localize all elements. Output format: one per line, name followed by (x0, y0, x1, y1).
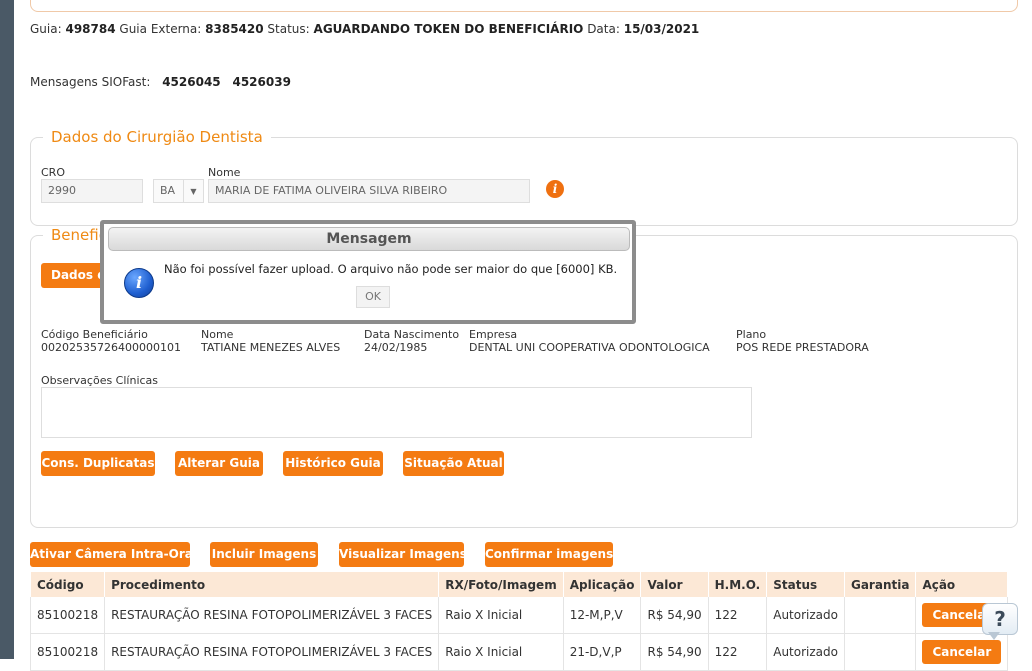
uf-select[interactable]: BA (153, 179, 184, 203)
nascimento-label: Data Nascimento (364, 328, 460, 341)
help-icon[interactable]: ? (982, 603, 1018, 635)
top-panel (30, 0, 1018, 12)
plano-value: POS REDE PRESTADORA (736, 341, 869, 354)
status-cell: Autorizado (766, 597, 845, 634)
cro-field[interactable]: 2990 (41, 179, 143, 203)
column-header[interactable]: Ação (915, 572, 1009, 597)
visualizar-imagens-button[interactable]: Visualizar Imagens (339, 542, 467, 567)
cancelar-button[interactable]: Cancelar (922, 640, 1002, 664)
empresa-value: DENTAL UNI COOPERATIVA ODONTOLOGICA (469, 341, 710, 354)
status-cell: Autorizado (766, 633, 845, 671)
mensagens-label: Mensagens SIOFast: (30, 75, 151, 89)
guia-value: 498784 (65, 22, 116, 36)
message-dialog: Mensagem i Não foi possível fazer upload… (100, 220, 636, 324)
table-header-row: Código Procedimento RX/Foto/Imagem Aplic… (30, 572, 1009, 597)
hmo-cell: 122 (708, 597, 768, 634)
situacao-atual-button[interactable]: Situação Atual (403, 451, 504, 476)
guia-info-line: Guia: 498784 Guia Externa: 8385420 Statu… (30, 22, 699, 36)
status-value: AGUARDANDO TOKEN DO BENEFICIÁRIO (313, 22, 584, 36)
dialog-title[interactable]: Mensagem (108, 227, 630, 251)
nome-beneficiario-value: TATIANE MENEZES ALVES (201, 341, 341, 354)
observacoes-textarea[interactable] (41, 387, 752, 438)
left-sidebar-strip (0, 0, 14, 659)
aplicacao-cell: 12-M,P,V (563, 597, 642, 634)
column-header[interactable]: Procedimento (104, 572, 440, 597)
rx-cell: Raio X Inicial (438, 597, 564, 634)
rx-cell: Raio X Inicial (438, 633, 564, 671)
guia-externa-value: 8385420 (205, 22, 264, 36)
valor-cell: R$ 54,90 (640, 597, 709, 634)
historico-guia-button[interactable]: Histórico Guia (283, 451, 383, 476)
procedimentos-table: Código Procedimento RX/Foto/Imagem Aplic… (30, 572, 1009, 671)
hmo-cell: 122 (708, 633, 768, 671)
ok-button[interactable]: OK (356, 286, 390, 308)
column-header[interactable]: Status (766, 572, 845, 597)
column-header[interactable]: H.M.O. (708, 572, 768, 597)
column-header[interactable]: Código (30, 572, 106, 597)
ativar-camera-button[interactable]: Ativar Câmera Intra-Oral (30, 542, 197, 567)
column-header[interactable]: Valor (640, 572, 709, 597)
mensagens-siofast: Mensagens SIOFast: 4526045 4526039 (30, 75, 291, 89)
status-label: Status: (267, 22, 310, 36)
mensagem-id[interactable]: 4526039 (232, 75, 290, 89)
observacoes-label: Observações Clínicas (41, 374, 159, 387)
codigo-cell: 85100218 (30, 597, 106, 634)
codigo-beneficiario-label: Código Beneficiário (41, 328, 148, 341)
column-header[interactable]: RX/Foto/Imagem (438, 572, 564, 597)
data-value: 15/03/2021 (623, 22, 700, 36)
empresa-label: Empresa (469, 328, 518, 341)
cro-label: CRO (41, 166, 65, 179)
dialog-message: Não foi possível fazer upload. O arquivo… (164, 262, 618, 276)
help-icon-tail (988, 632, 1000, 640)
garantia-cell (844, 633, 917, 671)
column-header[interactable]: Aplicação (563, 572, 642, 597)
codigo-beneficiario-value: 00202535726400000101 (41, 341, 181, 354)
info-icon[interactable]: i (546, 180, 564, 198)
nome-dentista-field[interactable]: MARIA DE FATIMA OLIVEIRA SILVA RIBEIRO (208, 179, 530, 203)
garantia-cell (844, 597, 917, 634)
guia-label: Guia: (30, 22, 62, 36)
nascimento-value: 24/02/1985 (364, 341, 428, 354)
chevron-down-icon[interactable]: ▼ (184, 179, 204, 203)
cons-duplicatas-button[interactable]: Cons. Duplicatas (41, 451, 155, 476)
aplicacao-cell: 21-D,V,P (563, 633, 642, 671)
mensagem-id[interactable]: 4526045 (162, 75, 220, 89)
nome-beneficiario-label: Nome (201, 328, 234, 341)
plano-label: Plano (736, 328, 767, 341)
nome-dentista-label: Nome (208, 166, 241, 179)
table-row: 85100218 RESTAURAÇÃO RESINA FOTOPOLIMERI… (30, 597, 1009, 634)
procedimento-cell: RESTAURAÇÃO RESINA FOTOPOLIMERIZÁVEL 3 F… (104, 597, 440, 634)
dentista-legend: Dados do Cirurgião Dentista (51, 128, 263, 146)
valor-cell: R$ 54,90 (640, 633, 709, 671)
info-icon: i (124, 268, 154, 298)
confirmar-imagens-button[interactable]: Confirmar imagens (485, 542, 613, 567)
data-label: Data: (587, 22, 620, 36)
procedimento-cell: RESTAURAÇÃO RESINA FOTOPOLIMERIZÁVEL 3 F… (104, 633, 440, 671)
column-header[interactable]: Garantia (844, 572, 917, 597)
table-row: 85100218 RESTAURAÇÃO RESINA FOTOPOLIMERI… (30, 633, 1009, 671)
alterar-guia-button[interactable]: Alterar Guia (175, 451, 263, 476)
guia-externa-label: Guia Externa: (119, 22, 202, 36)
codigo-cell: 85100218 (30, 633, 106, 671)
dentista-section: Dados do Cirurgião Dentista (30, 128, 1018, 226)
dados-beneficiario-button[interactable]: Dados do (41, 263, 114, 288)
incluir-imagens-button[interactable]: Incluir Imagens (210, 542, 318, 567)
